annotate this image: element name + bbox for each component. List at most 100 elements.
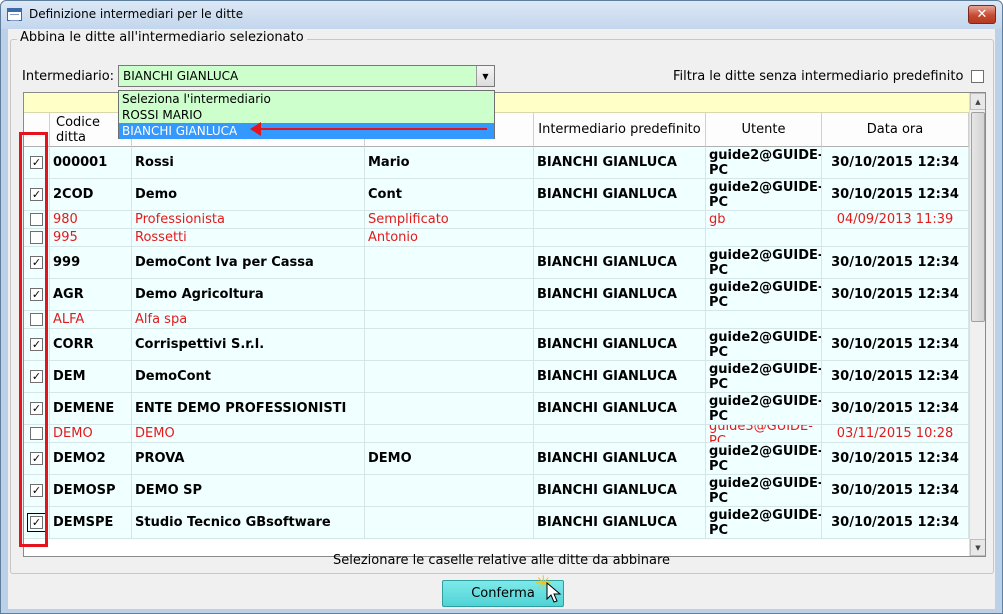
cell-col2: Corrispettivi S.r.l. (132, 329, 365, 360)
table-row[interactable]: ✓ DEMSPE Studio Tecnico GBsoftware BIANCHI … (24, 507, 969, 539)
cell-intermediario: BIANCHI GIANLUCA (534, 393, 706, 424)
title-bar[interactable]: Definizione intermediari per le ditte ✕ (1, 1, 1002, 29)
checkbox-checked[interactable]: ✓ (30, 484, 43, 497)
table-row[interactable]: ✓ 000001 Rossi Mario BIANCHI GIANLUCA guide2@… (24, 147, 969, 179)
table-row[interactable]: ✓ CORR Corrispettivi S.r.l. BIANCHI GIANLUC… (24, 329, 969, 361)
dialog-client: Abbina le ditte all'intermediario selezi… (8, 29, 995, 609)
checkbox-checked[interactable]: ✓ (30, 338, 43, 351)
cell-data: 30/10/2015 12:34 (822, 247, 969, 278)
table-row[interactable]: ✓ 999 DemoCont Iva per Cassa BIANCHI GIANLU… (24, 247, 969, 279)
checkbox-cell[interactable]: ✓ (24, 361, 50, 392)
cell-col2: DEMO SP (132, 475, 365, 506)
scroll-thumb[interactable] (971, 112, 985, 322)
cell-codice: 2COD (50, 179, 132, 210)
cell-intermediario (534, 425, 706, 442)
checkbox-checked[interactable]: ✓ (30, 370, 43, 383)
cell-utente: guide3@GUIDE-PC (706, 425, 822, 442)
header-utente[interactable]: Utente (706, 113, 822, 147)
cell-codice: AGR (50, 279, 132, 310)
checkbox-cell[interactable] (24, 211, 50, 228)
checkbox-cell[interactable]: ✓ (24, 247, 50, 278)
cell-col2: Alfa spa (132, 311, 365, 328)
cell-data: 30/10/2015 12:34 (822, 179, 969, 210)
checkbox-checked[interactable]: ✓ (30, 452, 43, 465)
checkbox-cell[interactable] (24, 311, 50, 328)
checkbox-checked[interactable]: ✓ (30, 188, 43, 201)
dropdown-option[interactable]: Seleziona l'intermediario (119, 91, 494, 107)
checkbox-unchecked[interactable] (30, 427, 43, 440)
cell-data: 30/10/2015 12:34 (822, 443, 969, 474)
cell-data: 30/10/2015 12:34 (822, 507, 969, 538)
cell-col3 (365, 279, 534, 310)
checkbox-cell[interactable]: ✓ (24, 329, 50, 360)
close-button[interactable]: ✕ (968, 5, 996, 24)
intermediario-dropdown: Seleziona l'intermediario ROSSI MARIO BI… (118, 90, 495, 139)
checkbox-checked[interactable]: ✓ (30, 256, 43, 269)
cell-codice: DEMO (50, 425, 132, 442)
table-row[interactable]: ✓ 2COD Demo Cont BIANCHI GIANLUCA guide2@GUID… (24, 179, 969, 211)
cell-utente: guide2@GUIDE-PC (706, 279, 822, 310)
cell-intermediario (534, 311, 706, 328)
checkbox-unchecked[interactable] (30, 231, 43, 244)
checkbox-cell[interactable] (24, 229, 50, 246)
filter-checkbox[interactable] (971, 70, 984, 83)
checkbox-cell[interactable]: ✓ (24, 443, 50, 474)
table-row[interactable]: 980 Professionista Semplificato gb 04/09/201… (24, 211, 969, 229)
dropdown-option-selected[interactable]: BIANCHI GIANLUCA (119, 123, 494, 139)
cell-intermediario (534, 229, 706, 246)
vertical-scrollbar[interactable]: ▲ ▼ (969, 93, 985, 556)
cell-codice: DEMOSP (50, 475, 132, 506)
header-data[interactable]: Data ora (822, 113, 969, 147)
cell-col3 (365, 507, 534, 538)
cell-data: 30/10/2015 12:34 (822, 329, 969, 360)
table-row[interactable]: ✓ DEMENE ENTE DEMO PROFESSIONISTI BIANCHI G… (24, 393, 969, 425)
cell-col3 (365, 311, 534, 328)
table-row[interactable]: ALFA Alfa spa (24, 311, 969, 329)
cell-utente: guide2@GUIDE-PC (706, 443, 822, 474)
cell-col3 (365, 361, 534, 392)
checkbox-checked[interactable]: ✓ (30, 156, 43, 169)
cell-data (822, 311, 969, 328)
checkbox-cell[interactable]: ✓ (24, 475, 50, 506)
checkbox-cell[interactable] (24, 425, 50, 442)
cell-utente (706, 311, 822, 328)
header-check[interactable] (24, 113, 50, 147)
checkbox-checked[interactable]: ✓ (30, 288, 43, 301)
table-row[interactable]: DEMO DEMO guide3@GUIDE-PC 03/11/2015 10:28 (24, 425, 969, 443)
scroll-up-icon[interactable]: ▲ (970, 93, 985, 110)
checkbox-cell[interactable]: ✓ (24, 147, 50, 178)
cell-col2: Rossetti (132, 229, 365, 246)
intermediario-label: Intermediario: (22, 69, 115, 84)
header-intermediario[interactable]: Intermediario predefinito (534, 113, 706, 147)
table-row[interactable]: ✓ DEM DemoCont BIANCHI GIANLUCA guide2@GUIDE… (24, 361, 969, 393)
cell-utente: guide2@GUIDE-PC (706, 507, 822, 538)
table-row[interactable]: 995 Rossetti Antonio (24, 229, 969, 247)
checkbox-cell[interactable]: ✓ (24, 179, 50, 210)
checkbox-cell[interactable]: ✓ (24, 279, 50, 310)
cell-utente: guide2@GUIDE-PC (706, 179, 822, 210)
cell-data: 03/11/2015 10:28 (822, 425, 969, 442)
checkbox-checked[interactable]: ✓ (30, 402, 43, 415)
chevron-down-icon[interactable]: ▼ (476, 66, 494, 86)
cell-col2: DemoCont (132, 361, 365, 392)
cell-col3: Semplificato (365, 211, 534, 228)
checkbox-unchecked[interactable] (30, 313, 43, 326)
table-row[interactable]: ✓ DEMOSP DEMO SP BIANCHI GIANLUCA guide2@GUI… (24, 475, 969, 507)
cell-col3 (365, 425, 534, 442)
checkbox-cell[interactable]: ✓ (24, 507, 50, 538)
cell-utente: guide2@GUIDE-PC (706, 329, 822, 360)
checkbox-checked[interactable]: ✓ (27, 513, 46, 532)
table-row[interactable]: ✓ AGR Demo Agricoltura BIANCHI GIANLUCA guid… (24, 279, 969, 311)
intermediario-combo[interactable]: BIANCHI GIANLUCA ▼ (118, 65, 495, 87)
checkbox-cell[interactable]: ✓ (24, 393, 50, 424)
cell-data: 30/10/2015 12:34 (822, 361, 969, 392)
checkbox-unchecked[interactable] (30, 213, 43, 226)
cell-intermediario: BIANCHI GIANLUCA (534, 179, 706, 210)
cell-intermediario (534, 211, 706, 228)
cell-intermediario: BIANCHI GIANLUCA (534, 507, 706, 538)
table-row[interactable]: ✓ DEMO2 PROVA DEMO BIANCHI GIANLUCA guide2@GU… (24, 443, 969, 475)
cell-col3 (365, 475, 534, 506)
dropdown-option[interactable]: ROSSI MARIO (119, 107, 494, 123)
cell-utente: guide2@GUIDE-PC (706, 147, 822, 178)
cell-intermediario: BIANCHI GIANLUCA (534, 443, 706, 474)
